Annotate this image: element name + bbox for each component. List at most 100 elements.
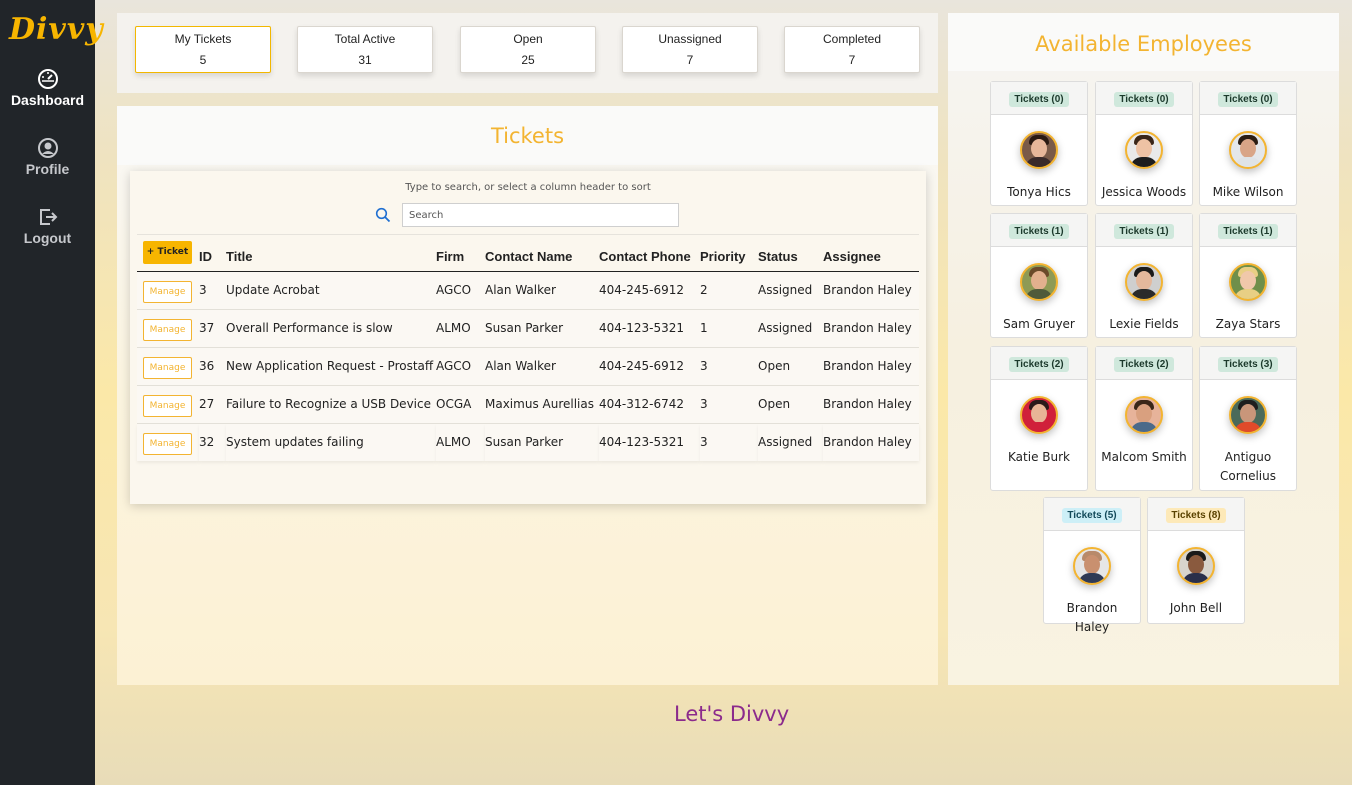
employee-name: Katie Burk — [1008, 450, 1070, 464]
manage-button[interactable]: Manage — [143, 357, 192, 379]
cell-status: Assigned — [758, 423, 823, 461]
stat-total-active[interactable]: Total Active 31 — [297, 26, 433, 73]
stat-label: Open — [513, 32, 543, 46]
employee-card[interactable]: Tickets (1) Zaya Stars — [1199, 213, 1297, 338]
cell-assignee: Brandon Haley — [823, 347, 919, 386]
col-priority[interactable]: Priority — [700, 234, 758, 272]
employee-card[interactable]: Tickets (2) Katie Burk — [990, 346, 1088, 491]
avatar — [1125, 263, 1163, 301]
manage-cell: Manage — [137, 385, 199, 424]
nav-profile[interactable]: Profile — [0, 137, 95, 177]
logout-icon — [39, 209, 57, 225]
col-id[interactable]: ID — [199, 234, 226, 272]
cell-firm: OCGA — [436, 385, 485, 424]
stats-panel: My Tickets 5 Total Active 31 Open 25 Una… — [117, 13, 938, 93]
table-row: Manage 32 System updates failing ALMO Su… — [137, 423, 919, 461]
employee-card-header: Tickets (3) — [1200, 347, 1296, 380]
employee-card[interactable]: Tickets (0) Tonya Hics — [990, 81, 1088, 206]
cell-id: 32 — [199, 423, 226, 461]
employee-card[interactable]: Tickets (0) Jessica Woods — [1095, 81, 1193, 206]
stat-unassigned[interactable]: Unassigned 7 — [622, 26, 758, 73]
nav-logout[interactable]: Logout — [0, 206, 95, 246]
nav-dashboard[interactable]: Dashboard — [0, 68, 95, 108]
add-ticket-button[interactable]: + Ticket — [143, 241, 192, 264]
employee-name: John Bell — [1169, 601, 1223, 615]
stat-value: 7 — [686, 53, 694, 67]
stat-value: 7 — [848, 53, 856, 67]
table-header-row: + Ticket ID Title Firm Contact Name Cont… — [137, 234, 919, 272]
employee-card[interactable]: Tickets (8) John Bell — [1147, 497, 1245, 624]
employee-card-header: Tickets (5) — [1044, 498, 1140, 531]
cell-contact: Maximus Aurellias — [485, 385, 599, 424]
col-title[interactable]: Title — [226, 234, 436, 272]
employee-card[interactable]: Tickets (3) Antiguo Cornelius — [1199, 346, 1297, 491]
col-contact-phone[interactable]: Contact Phone — [599, 234, 700, 272]
table-row: Manage 36 New Application Request - Pros… — [137, 347, 919, 386]
avatar — [1125, 396, 1163, 434]
cell-status: Open — [758, 385, 823, 424]
cell-contact: Alan Walker — [485, 347, 599, 386]
col-status[interactable]: Status — [758, 234, 823, 272]
ticket-count-badge: Tickets (1) — [1218, 224, 1278, 239]
cell-contact: Susan Parker — [485, 423, 599, 461]
manage-button[interactable]: Manage — [143, 433, 192, 455]
employee-card-header: Tickets (2) — [1096, 347, 1192, 380]
cell-assignee: Brandon Haley — [823, 309, 919, 348]
employee-name: Zaya Stars — [1215, 317, 1281, 331]
employee-card-header: Tickets (2) — [991, 347, 1087, 380]
stat-completed[interactable]: Completed 7 — [784, 26, 920, 73]
employee-name: Sam Gruyer — [1003, 317, 1075, 331]
ticket-count-badge: Tickets (0) — [1114, 92, 1174, 107]
cell-priority: 3 — [700, 347, 758, 386]
avatar — [1229, 263, 1267, 301]
avatar — [1229, 396, 1267, 434]
tickets-title: Tickets — [490, 124, 565, 148]
cell-phone: 404-123-5321 — [599, 309, 700, 348]
search-input[interactable] — [402, 203, 679, 227]
employee-card[interactable]: Tickets (1) Lexie Fields — [1095, 213, 1193, 338]
table-row: Manage 27 Failure to Recognize a USB Dev… — [137, 385, 919, 424]
col-assignee[interactable]: Assignee — [823, 234, 919, 272]
cell-title: Failure to Recognize a USB Device — [226, 385, 436, 424]
avatar — [1073, 547, 1111, 585]
col-firm[interactable]: Firm — [436, 234, 485, 272]
cell-id: 3 — [199, 271, 226, 310]
employee-card-header: Tickets (0) — [1200, 82, 1296, 115]
cell-status: Open — [758, 347, 823, 386]
manage-button[interactable]: Manage — [143, 395, 192, 417]
manage-button[interactable]: Manage — [143, 319, 192, 341]
cell-id: 27 — [199, 385, 226, 424]
avatar — [1177, 547, 1215, 585]
employee-card-header: Tickets (8) — [1148, 498, 1244, 531]
employee-card[interactable]: Tickets (1) Sam Gruyer — [990, 213, 1088, 338]
cell-status: Assigned — [758, 309, 823, 348]
cell-contact: Susan Parker — [485, 309, 599, 348]
stat-open[interactable]: Open 25 — [460, 26, 596, 73]
sidebar: Divvy Dashboard Profile Logout — [0, 0, 103, 785]
nav-logout-label: Logout — [23, 230, 72, 246]
employee-card[interactable]: Tickets (5) Brandon Haley — [1043, 497, 1141, 634]
employee-card[interactable]: Tickets (0) Mike Wilson — [1199, 81, 1297, 206]
stat-value: 25 — [521, 53, 535, 67]
cell-phone: 404-312-6742 — [599, 385, 700, 424]
ticket-count-badge: Tickets (0) — [1218, 92, 1278, 107]
cell-id: 36 — [199, 347, 226, 386]
cell-firm: ALMO — [436, 309, 485, 348]
table-row: Manage 3 Update Acrobat AGCO Alan Walker… — [137, 271, 919, 310]
table-row: Manage 37 Overall Performance is slow AL… — [137, 309, 919, 348]
employee-card-header: Tickets (1) — [991, 214, 1087, 247]
manage-button[interactable]: Manage — [143, 281, 192, 303]
manage-cell: Manage — [137, 271, 199, 310]
app-logo[interactable]: Divvy — [9, 12, 104, 47]
ticket-count-badge: Tickets (5) — [1062, 508, 1122, 523]
employee-name: Antiguo Cornelius — [1220, 450, 1276, 483]
cell-title: System updates failing — [226, 423, 436, 461]
employee-card[interactable]: Tickets (2) Malcom Smith — [1095, 346, 1193, 491]
dashboard-gauge-icon — [37, 69, 58, 89]
cell-phone: 404-245-6912 — [599, 347, 700, 386]
stat-my-tickets[interactable]: My Tickets 5 — [135, 26, 271, 73]
add-ticket-cell: + Ticket — [137, 234, 199, 272]
stat-label: My Tickets — [174, 32, 232, 46]
ticket-count-badge: Tickets (2) — [1114, 357, 1174, 372]
col-contact-name[interactable]: Contact Name — [485, 234, 599, 272]
